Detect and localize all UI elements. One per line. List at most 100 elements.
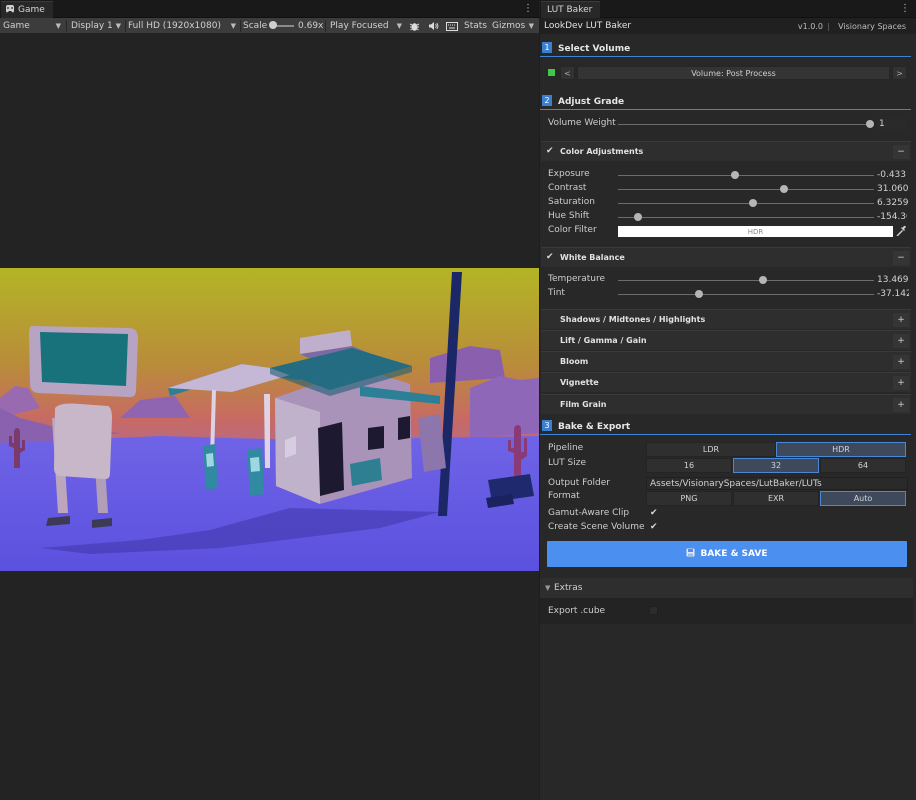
view-dropdown[interactable]: Game ▼ <box>3 19 63 33</box>
saturation-slider[interactable] <box>618 203 874 204</box>
step-number: 1 <box>542 42 552 53</box>
exposure-label: Exposure <box>548 169 590 179</box>
color-filter-swatch[interactable]: HDR <box>618 226 893 237</box>
temperature-label: Temperature <box>548 274 606 284</box>
play-mode-dropdown[interactable]: Play Focused ▼ <box>330 19 404 33</box>
volume-weight-value[interactable]: 1 <box>877 119 907 129</box>
create-scene-volume-label: Create Scene Volume <box>548 522 645 532</box>
eyedropper-icon[interactable] <box>895 225 907 237</box>
foldout-label: Lift / Gamma / Gain <box>560 336 647 345</box>
color-adjustments-foldout[interactable]: ✔ Color Adjustments − <box>541 141 911 161</box>
foldout-label: Bloom <box>560 357 589 366</box>
lut-size-32-option[interactable]: 32 <box>733 458 819 473</box>
extras-label: Extras <box>554 583 583 593</box>
hue-shift-slider[interactable] <box>618 217 874 218</box>
gizmos-dropdown[interactable]: Gizmos ▼ <box>492 19 536 33</box>
tint-slider[interactable] <box>618 294 874 295</box>
format-exr-option[interactable]: EXR <box>733 491 819 506</box>
extras-foldout[interactable]: ▼ Extras <box>540 578 913 598</box>
expand-button[interactable]: + <box>893 313 909 327</box>
prev-volume-button[interactable]: < <box>560 66 575 80</box>
lut-size-label: LUT Size <box>548 458 586 468</box>
stats-button[interactable]: Stats <box>464 19 487 33</box>
foldout-label: Shadows / Midtones / Highlights <box>560 315 706 324</box>
format-auto-option[interactable]: Auto <box>820 491 906 506</box>
caret-down-icon: ▼ <box>230 22 236 30</box>
speaker-icon[interactable] <box>428 19 439 33</box>
collapse-button[interactable]: − <box>893 145 909 159</box>
extras-body: Export .cube <box>540 598 913 624</box>
temperature-handle[interactable] <box>759 276 767 284</box>
game-toolbar: Game ▼ Display 1 ▼ Full HD (1920x1080) ▼… <box>0 18 539 34</box>
output-folder-field[interactable]: Assets/VisionarySpaces/LutBaker/LUTs <box>646 477 908 490</box>
film-grain-foldout[interactable]: Film Grain + <box>541 394 911 414</box>
expand-button[interactable]: + <box>893 398 909 412</box>
bug-icon[interactable] <box>409 19 420 33</box>
white-balance-foldout[interactable]: ✔ White Balance − <box>541 247 911 267</box>
hue-shift-handle[interactable] <box>634 213 642 221</box>
vignette-foldout[interactable]: Vignette + <box>541 372 911 392</box>
lift-gamma-gain-foldout[interactable]: Lift / Gamma / Gain + <box>541 330 911 350</box>
gizmos-dropdown-label: Gizmos <box>492 21 526 31</box>
volume-selector[interactable]: Volume: Post Process <box>577 66 890 80</box>
lut-size-16-option[interactable]: 16 <box>646 458 732 473</box>
resolution-dropdown[interactable]: Full HD (1920x1080) ▼ <box>128 19 238 33</box>
checkmark-icon[interactable]: ✔ <box>546 146 554 156</box>
step-number: 2 <box>542 95 552 106</box>
hue-shift-value[interactable]: -154.30 <box>877 212 907 222</box>
shadows-midtones-highlights-foldout[interactable]: Shadows / Midtones / Highlights + <box>541 309 911 329</box>
volume-weight-label: Volume Weight <box>548 118 616 128</box>
bloom-foldout[interactable]: Bloom + <box>541 351 911 371</box>
keyboard-icon[interactable] <box>446 19 458 33</box>
bake-and-save-button[interactable]: BAKE & SAVE <box>547 541 907 567</box>
play-mode-dropdown-label: Play Focused <box>330 21 389 31</box>
contrast-handle[interactable] <box>780 185 788 193</box>
adjust-grade-header: 2 Adjust Grade <box>540 94 911 110</box>
volume-selector-label: Volume: Post Process <box>691 68 776 78</box>
contrast-value[interactable]: 31.060 <box>877 184 909 194</box>
temperature-value[interactable]: 13.469 <box>877 275 909 285</box>
collapse-button[interactable]: − <box>893 251 909 265</box>
scale-label: Scale <box>243 21 268 31</box>
tint-value[interactable]: -37.142 <box>877 289 909 299</box>
pipeline-hdr-option[interactable]: HDR <box>776 442 906 457</box>
scale-slider-handle[interactable] <box>269 21 277 29</box>
saturation-handle[interactable] <box>749 199 757 207</box>
exposure-handle[interactable] <box>731 171 739 179</box>
expand-button[interactable]: + <box>893 355 909 369</box>
checkmark-icon[interactable]: ✔ <box>546 252 554 262</box>
toolbar-divider <box>125 20 126 32</box>
section-title: Adjust Grade <box>558 97 625 107</box>
format-png-option[interactable]: PNG <box>646 491 732 506</box>
temperature-slider[interactable] <box>618 280 874 281</box>
tab-lut-baker[interactable]: LUT Baker <box>541 1 601 18</box>
expand-button[interactable]: + <box>893 376 909 390</box>
tab-lut-baker-label: LUT Baker <box>547 5 593 15</box>
gamut-aware-clip-checkbox[interactable]: ✔ <box>650 508 660 518</box>
foldout-label: White Balance <box>560 253 625 262</box>
tint-handle[interactable] <box>695 290 703 298</box>
exposure-value[interactable]: -0.433 <box>877 170 909 180</box>
exposure-slider[interactable] <box>618 175 874 176</box>
lut-baker-panel: LUT Baker ⋮ LookDev LUT Baker v1.0.0 | V… <box>540 0 916 800</box>
export-cube-checkbox[interactable] <box>649 606 658 615</box>
expand-button[interactable]: + <box>893 334 909 348</box>
lut-size-64-option[interactable]: 64 <box>820 458 906 473</box>
kebab-menu-icon[interactable]: ⋮ <box>523 3 533 14</box>
format-label: Format <box>548 491 580 501</box>
bake-and-save-label: BAKE & SAVE <box>700 549 768 559</box>
scale-value: 0.69x <box>298 21 324 31</box>
section-title: Bake & Export <box>558 422 631 432</box>
contrast-slider[interactable] <box>618 189 874 190</box>
game-view-render[interactable] <box>0 268 539 571</box>
volume-weight-handle[interactable] <box>866 120 874 128</box>
create-scene-volume-checkbox[interactable]: ✔ <box>650 522 660 532</box>
saturation-value[interactable]: 6.3259 <box>877 198 909 208</box>
display-dropdown[interactable]: Display 1 ▼ <box>71 19 123 33</box>
volume-weight-slider[interactable] <box>618 124 874 125</box>
kebab-menu-icon[interactable]: ⋮ <box>900 3 910 14</box>
next-volume-button[interactable]: > <box>892 66 907 80</box>
pipeline-ldr-option[interactable]: LDR <box>646 442 776 457</box>
tab-game[interactable]: Game <box>1 1 53 18</box>
bake-export-header: 3 Bake & Export <box>540 419 911 435</box>
